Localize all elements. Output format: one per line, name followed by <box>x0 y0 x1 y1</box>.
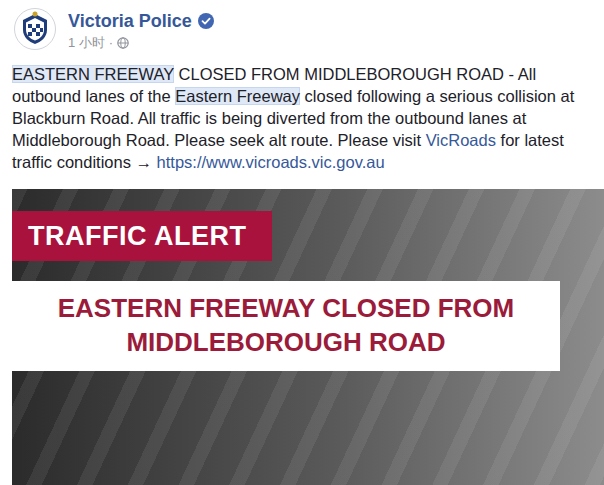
headline-line: EASTERN FREEWAY CLOSED FROM <box>58 291 515 325</box>
post-header: Victoria Police 1 小时· <box>0 0 604 51</box>
search-highlight: Eastern Freeway <box>175 87 300 105</box>
headline-line: MIDDLEBOROUGH ROAD <box>126 325 445 359</box>
verified-badge-icon <box>198 13 214 29</box>
post-text: EASTERN FREEWAY CLOSED FROM MIDDLEBOROUG… <box>0 51 604 173</box>
victoria-police-logo-icon[interactable] <box>14 8 56 50</box>
post-time[interactable]: 1 小时· <box>68 35 214 51</box>
post-link[interactable]: VicRoads <box>426 131 496 149</box>
post-link[interactable]: https://www.vicroads.vic.gov.au <box>157 153 385 171</box>
globe-icon[interactable] <box>117 37 129 49</box>
traffic-alert-banner: TRAFFIC ALERT <box>12 211 272 261</box>
headline-box: EASTERN FREEWAY CLOSED FROMMIDDLEBOROUGH… <box>12 281 560 371</box>
page-name[interactable]: Victoria Police <box>68 10 192 32</box>
facebook-post: Victoria Police1 小时·EASTERN FREEWAY CLOS… <box>0 0 604 485</box>
search-highlight: EASTERN FREEWAY <box>12 65 174 83</box>
post-image[interactable]: TRAFFIC ALERT EASTERN FREEWAY CLOSED FROM… <box>12 189 604 485</box>
